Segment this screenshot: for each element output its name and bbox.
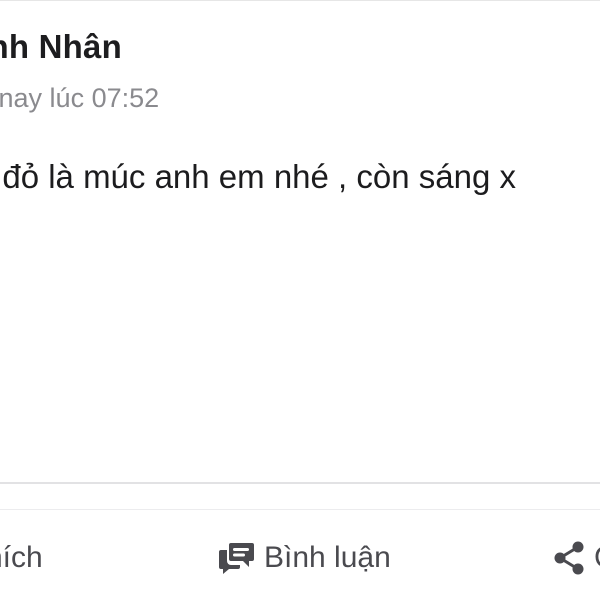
post-card: ánh Nhân n nay lúc 07:52 . đỏ là múc anh… <box>0 0 600 600</box>
post-body-text: . đỏ là múc anh em nhé , còn sáng x <box>0 158 516 195</box>
post-timestamp[interactable]: n nay lúc 07:52 <box>0 83 159 114</box>
share-button[interactable]: C <box>552 536 600 580</box>
like-button[interactable]: ních <box>0 536 43 580</box>
actions-divider <box>0 509 600 510</box>
top-divider <box>0 0 600 1</box>
share-icon <box>552 540 586 576</box>
comment-label: Bình luận <box>264 541 391 574</box>
content-divider <box>0 482 600 484</box>
share-label: C <box>594 541 600 575</box>
like-label: ních <box>0 541 43 574</box>
comment-button[interactable]: Bình luận <box>218 536 391 580</box>
author-name[interactable]: ánh Nhân <box>0 28 122 66</box>
comment-bubbles-icon <box>218 541 256 575</box>
